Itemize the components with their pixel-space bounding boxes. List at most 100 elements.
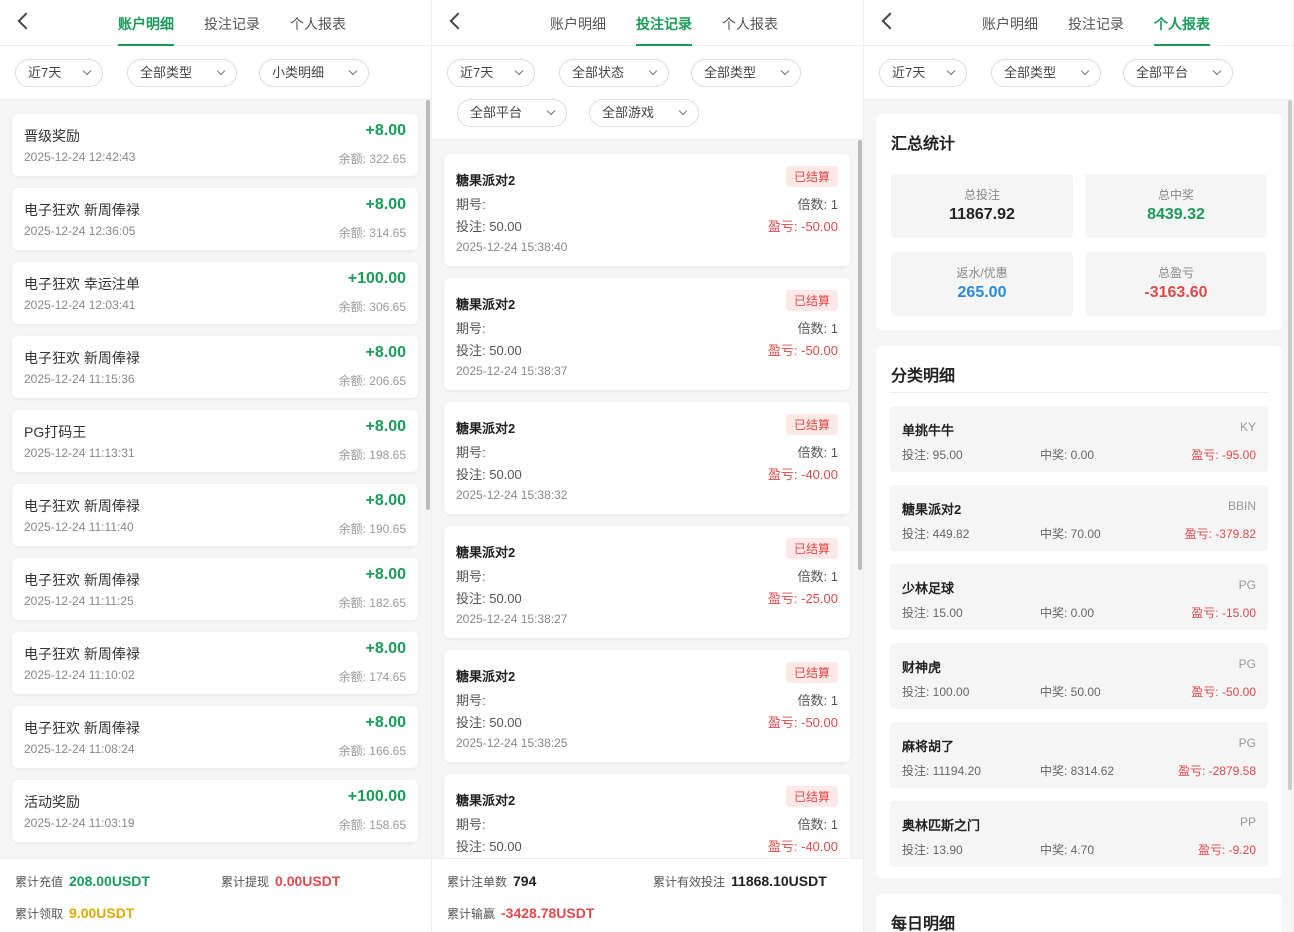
transaction-amount: +8.00	[365, 196, 406, 213]
summary-title: 汇总统计	[891, 136, 956, 153]
transaction-item[interactable]: 电子狂欢 新周俸禄 2025-12-24 11:10:02 +8.00 余额: 174…	[12, 632, 418, 694]
category-name: 财神虎	[902, 660, 942, 675]
transaction-time: 2025-12-24 11:03:19	[24, 816, 135, 830]
balance-label: 余额:	[338, 226, 370, 240]
profit-loss-label: 盈亏:	[767, 591, 802, 606]
filter-date[interactable]: 近7天	[15, 59, 103, 87]
chevron-down-icon	[1212, 66, 1222, 76]
filter-bar: 近7天 全部类型 全部平台	[864, 46, 1293, 100]
back-icon[interactable]	[446, 10, 470, 34]
category-name: 麻将胡了	[902, 739, 955, 754]
transaction-name: 电子狂欢 新周俸禄	[24, 498, 140, 514]
tab-bet-records[interactable]: 投注记录	[1068, 14, 1124, 34]
total-claim: 累计领取 9.00USDT	[15, 905, 134, 922]
back-icon[interactable]	[878, 10, 902, 34]
issue-label: 期号:	[456, 445, 486, 460]
category-item[interactable]: 麻将胡了 PG 投注: 11194.20 中奖: 8314.62 盈亏: -2879.5…	[890, 722, 1268, 788]
filter-game[interactable]: 全部游戏	[589, 99, 699, 127]
total-win-loss: 累计输赢 -3428.78USDT	[447, 905, 594, 922]
filter-platform[interactable]: 全部平台	[1123, 59, 1233, 87]
transaction-balance: 余额: 182.65	[339, 594, 406, 611]
filter-date[interactable]: 近7天	[879, 59, 967, 87]
transaction-name: 电子狂欢 新周俸禄	[24, 572, 140, 588]
bet-record[interactable]: 糖果派对2 已结算 期号: 倍数: 1 投注: 50.00 盈亏: -50.00 20…	[444, 278, 850, 390]
chevron-down-icon	[82, 66, 92, 76]
bet-value: 50.00	[489, 715, 522, 730]
tab-bet-records[interactable]: 投注记录	[636, 14, 692, 46]
scrollbar[interactable]	[858, 140, 862, 570]
bet-record[interactable]: 糖果派对2 已结算 期号: 倍数: 1 投注: 50.00 盈亏: -25.00 20…	[444, 526, 850, 638]
bet-amount: 投注: 50.00	[456, 588, 522, 607]
transaction-time: 2025-12-24 12:03:41	[24, 298, 136, 312]
transaction-balance: 余额: 198.65	[339, 446, 406, 463]
balance-value: 182.65	[369, 596, 406, 610]
bet-record[interactable]: 糖果派对2 已结算 期号: 倍数: 1 投注: 50.00 盈亏: -50.00 20…	[444, 154, 850, 266]
category-item[interactable]: 单挑牛牛 KY 投注: 95.00 中奖: 0.00 盈亏: -95.00	[890, 406, 1268, 472]
balance-value: 306.65	[369, 300, 406, 314]
profit-loss: 盈亏: -40.00	[768, 836, 838, 855]
tab-personal-report[interactable]: 个人报表	[1154, 14, 1210, 46]
filter-type[interactable]: 全部类型	[691, 59, 801, 87]
transaction-item[interactable]: 电子狂欢 新周俸禄 2025-12-24 12:36:05 +8.00 余额: 314…	[12, 188, 418, 250]
transaction-time: 2025-12-24 11:13:31	[24, 446, 135, 460]
balance-value: 166.65	[369, 744, 406, 758]
bet-record[interactable]: 糖果派对2 已结算 期号: 倍数: 1 投注: 50.00 盈亏: -50.00 20…	[444, 650, 850, 762]
transaction-amount: +100.00	[347, 270, 406, 287]
filter-type[interactable]: 全部类型	[991, 59, 1101, 87]
transaction-name: 电子狂欢 新周俸禄	[24, 350, 140, 366]
profit-loss-label: 盈亏:	[767, 219, 802, 234]
bet-value: 50.00	[489, 839, 522, 854]
category-item[interactable]: 财神虎 PG 投注: 100.00 中奖: 50.00 盈亏: -50.00	[890, 643, 1268, 709]
category-profit-loss-value: -50.00	[1221, 685, 1256, 699]
category-bet-label: 投注:	[902, 527, 933, 541]
top-bar: 账户明细 投注记录 个人报表	[0, 0, 431, 46]
bet-time: 2025-12-24 15:38:25	[456, 736, 568, 750]
filter-label: 近7天	[460, 65, 494, 80]
transaction-amount: +100.00	[347, 788, 406, 805]
summary-footer: 累计充值 208.00USDT 累计提现 0.00USDT 累计领取 9.00USDT	[0, 858, 431, 932]
total-bet-count-label: 累计注单数	[447, 875, 508, 889]
filter-bar: 近7天 全部状态 全部类型 全部平台 全部游戏	[432, 46, 863, 140]
scrollbar[interactable]	[1288, 100, 1292, 790]
back-icon[interactable]	[14, 10, 38, 34]
filter-type[interactable]: 全部类型	[127, 59, 237, 87]
bet-label: 投注:	[456, 839, 490, 854]
category-item[interactable]: 奥林匹斯之门 PP 投注: 13.90 中奖: 4.70 盈亏: -9.20	[890, 801, 1268, 867]
filter-label: 全部类型	[704, 65, 757, 80]
transaction-item[interactable]: 电子狂欢 幸运注单 2025-12-24 12:03:41 +100.00 余额: 3…	[12, 262, 418, 324]
filter-date[interactable]: 近7天	[447, 59, 535, 87]
category-platform: PG	[1238, 657, 1256, 671]
stat-total-win: 总中奖 8439.32	[1085, 174, 1267, 238]
transaction-item[interactable]: PG打码王 2025-12-24 11:13:31 +8.00 余额: 198.65	[12, 410, 418, 472]
category-item[interactable]: 少林足球 PG 投注: 15.00 中奖: 0.00 盈亏: -15.00	[890, 564, 1268, 630]
filter-subtype[interactable]: 小类明细	[259, 59, 369, 87]
transaction-time: 2025-12-24 11:10:02	[24, 668, 135, 682]
category-bet: 投注: 11194.20	[902, 762, 981, 779]
transaction-item[interactable]: 电子狂欢 新周俸禄 2025-12-24 11:11:25 +8.00 余额: 182…	[12, 558, 418, 620]
total-withdraw-value: 0.00USDT	[275, 873, 341, 889]
game-name: 糖果派对2	[456, 669, 516, 684]
filter-status[interactable]: 全部状态	[559, 59, 669, 87]
transaction-item[interactable]: 电子狂欢 新周俸禄 2025-12-24 11:08:24 +8.00 余额: 166…	[12, 706, 418, 768]
summary-card: 汇总统计 总投注 11867.92 总中奖 8439.32 返水/优惠 265.00 …	[876, 114, 1282, 330]
transaction-item[interactable]: 活动奖励 2025-12-24 11:03:19 +100.00 余额: 158.65	[12, 780, 418, 842]
transaction-item[interactable]: 晋级奖励 2025-12-24 12:42:43 +8.00 余额: 322.65	[12, 114, 418, 176]
tab-account-detail[interactable]: 账户明细	[550, 14, 606, 34]
chevron-down-icon	[216, 66, 226, 76]
bet-value: 50.00	[489, 591, 522, 606]
transaction-item[interactable]: 电子狂欢 新周俸禄 2025-12-24 11:15:36 +8.00 余额: 206…	[12, 336, 418, 398]
transaction-item[interactable]: 电子狂欢 新周俸禄 2025-12-24 11:11:40 +8.00 余额: 190…	[12, 484, 418, 546]
filter-platform[interactable]: 全部平台	[457, 99, 567, 127]
tab-personal-report[interactable]: 个人报表	[722, 14, 778, 34]
tab-account-detail[interactable]: 账户明细	[982, 14, 1038, 34]
transaction-amount: +8.00	[365, 492, 406, 509]
filter-label: 全部平台	[1136, 65, 1189, 80]
tab-bet-records[interactable]: 投注记录	[204, 14, 260, 34]
transaction-name: 电子狂欢 新周俸禄	[24, 646, 140, 662]
tab-account-detail[interactable]: 账户明细	[118, 14, 174, 46]
tab-personal-report[interactable]: 个人报表	[290, 14, 346, 34]
scrollbar[interactable]	[426, 100, 430, 510]
bet-record[interactable]: 糖果派对2 已结算 期号: 倍数: 1 投注: 50.00 盈亏: -40.00 20…	[444, 402, 850, 514]
category-item[interactable]: 糖果派对2 BBIN 投注: 449.82 中奖: 70.00 盈亏: -379.82	[890, 485, 1268, 551]
multiplier-label: 倍数:	[797, 817, 831, 832]
